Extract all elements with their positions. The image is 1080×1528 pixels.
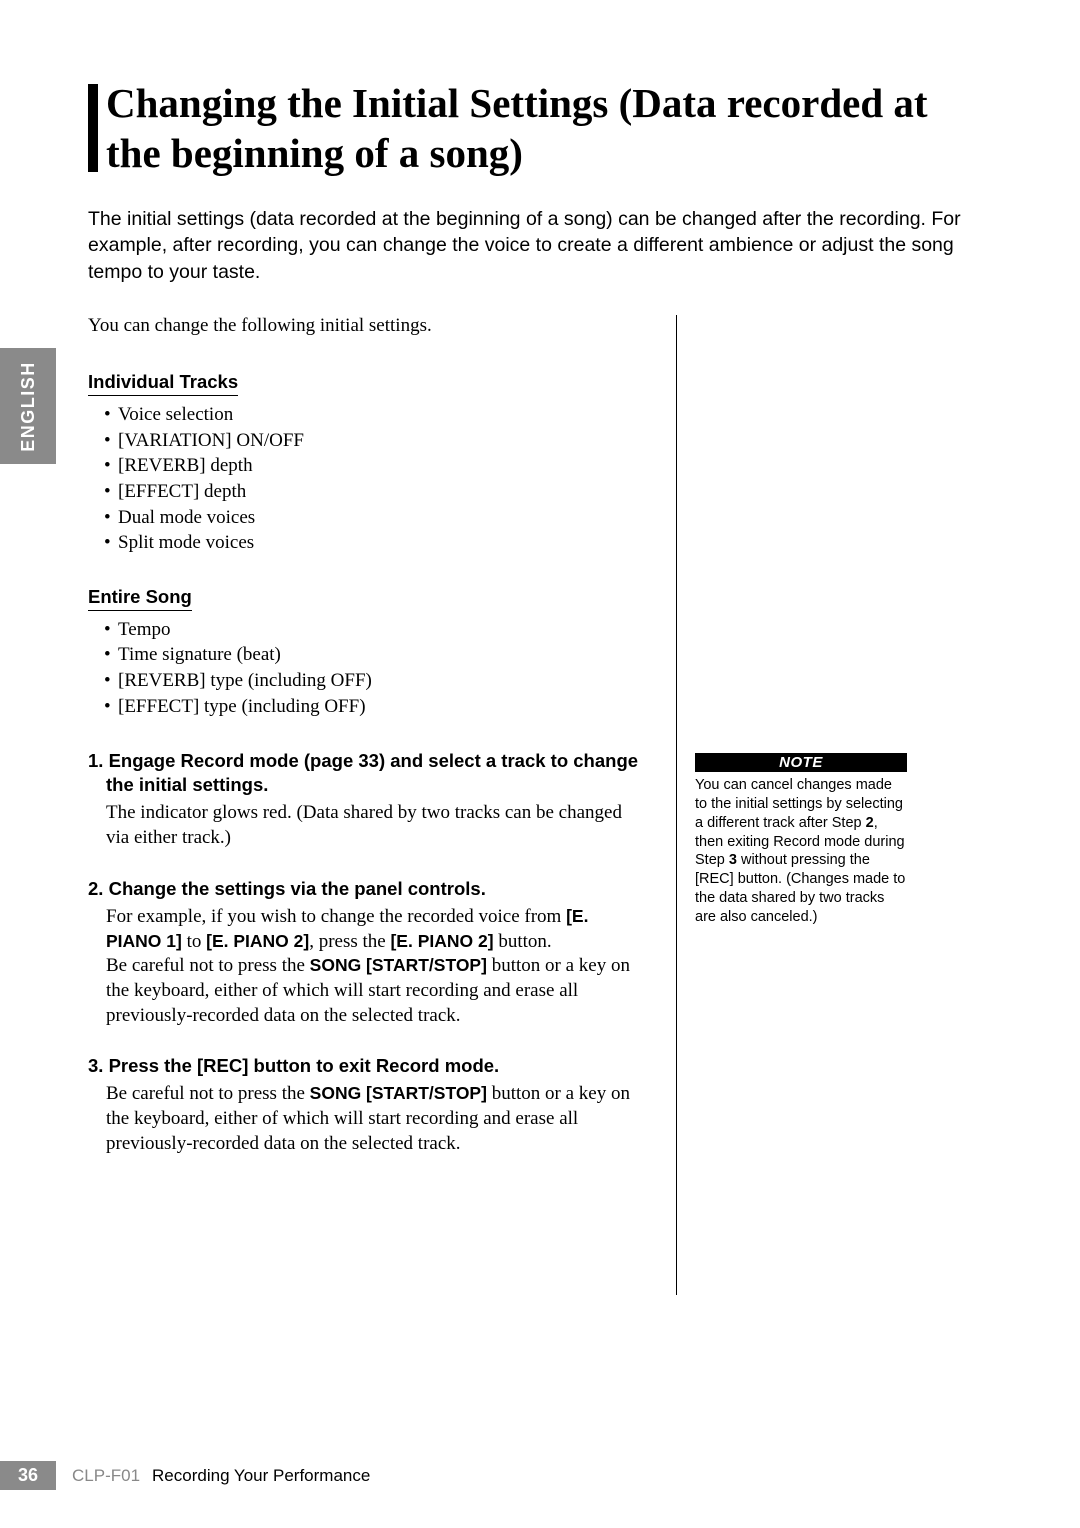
lead-sentence: You can change the following initial set… (88, 315, 648, 337)
list-item: Split mode voices (104, 530, 648, 556)
step-title: 1. Engage Record mode (page 33) and sele… (88, 749, 648, 797)
step-item: 1. Engage Record mode (page 33) and sele… (88, 749, 648, 850)
intro-paragraph: The initial settings (data recorded at t… (88, 206, 992, 285)
list-item: Tempo (104, 617, 648, 643)
individual-tracks-list: Voice selection [VARIATION] ON/OFF [REVE… (88, 402, 648, 556)
page-footer: 36 CLP-F01 Recording Your Performance (0, 1461, 370, 1490)
language-tab: ENGLISH (0, 348, 56, 464)
entire-song-heading: Entire Song (88, 586, 192, 611)
list-item: Dual mode voices (104, 505, 648, 531)
list-item: [REVERB] depth (104, 453, 648, 479)
steps-list: 1. Engage Record mode (page 33) and sele… (88, 749, 648, 1156)
footer-text: CLP-F01 Recording Your Performance (72, 1466, 370, 1486)
step-body: The indicator glows red. (Data shared by… (88, 801, 648, 850)
step-body: For example, if you wish to change the r… (88, 905, 648, 1028)
step-title: 2. Change the settings via the panel con… (88, 877, 648, 901)
list-item: Voice selection (104, 402, 648, 428)
language-tab-label: ENGLISH (18, 361, 39, 452)
side-column: NOTE You can cancel changes made to the … (676, 315, 992, 1295)
entire-song-list: Tempo Time signature (beat) [REVERB] typ… (88, 617, 648, 720)
note-box: NOTE You can cancel changes made to the … (695, 753, 907, 927)
list-item: [EFFECT] depth (104, 479, 648, 505)
page-title: Changing the Initial Settings (Data reco… (88, 78, 992, 178)
footer-section: Recording Your Performance (152, 1466, 370, 1485)
individual-tracks-heading: Individual Tracks (88, 371, 238, 396)
step-body: Be careful not to press the SONG [START/… (88, 1082, 648, 1156)
list-item: [EFFECT] type (including OFF) (104, 694, 648, 720)
list-item: Time signature (beat) (104, 642, 648, 668)
note-header: NOTE (695, 753, 907, 772)
step-item: 2. Change the settings via the panel con… (88, 877, 648, 1028)
list-item: [VARIATION] ON/OFF (104, 428, 648, 454)
step-item: 3. Press the [REC] button to exit Record… (88, 1054, 648, 1156)
page-number: 36 (0, 1461, 56, 1490)
list-item: [REVERB] type (including OFF) (104, 668, 648, 694)
main-column: You can change the following initial set… (88, 315, 648, 1182)
footer-model: CLP-F01 (72, 1466, 140, 1485)
step-title: 3. Press the [REC] button to exit Record… (88, 1054, 648, 1078)
note-body: You can cancel changes made to the initi… (695, 772, 907, 927)
